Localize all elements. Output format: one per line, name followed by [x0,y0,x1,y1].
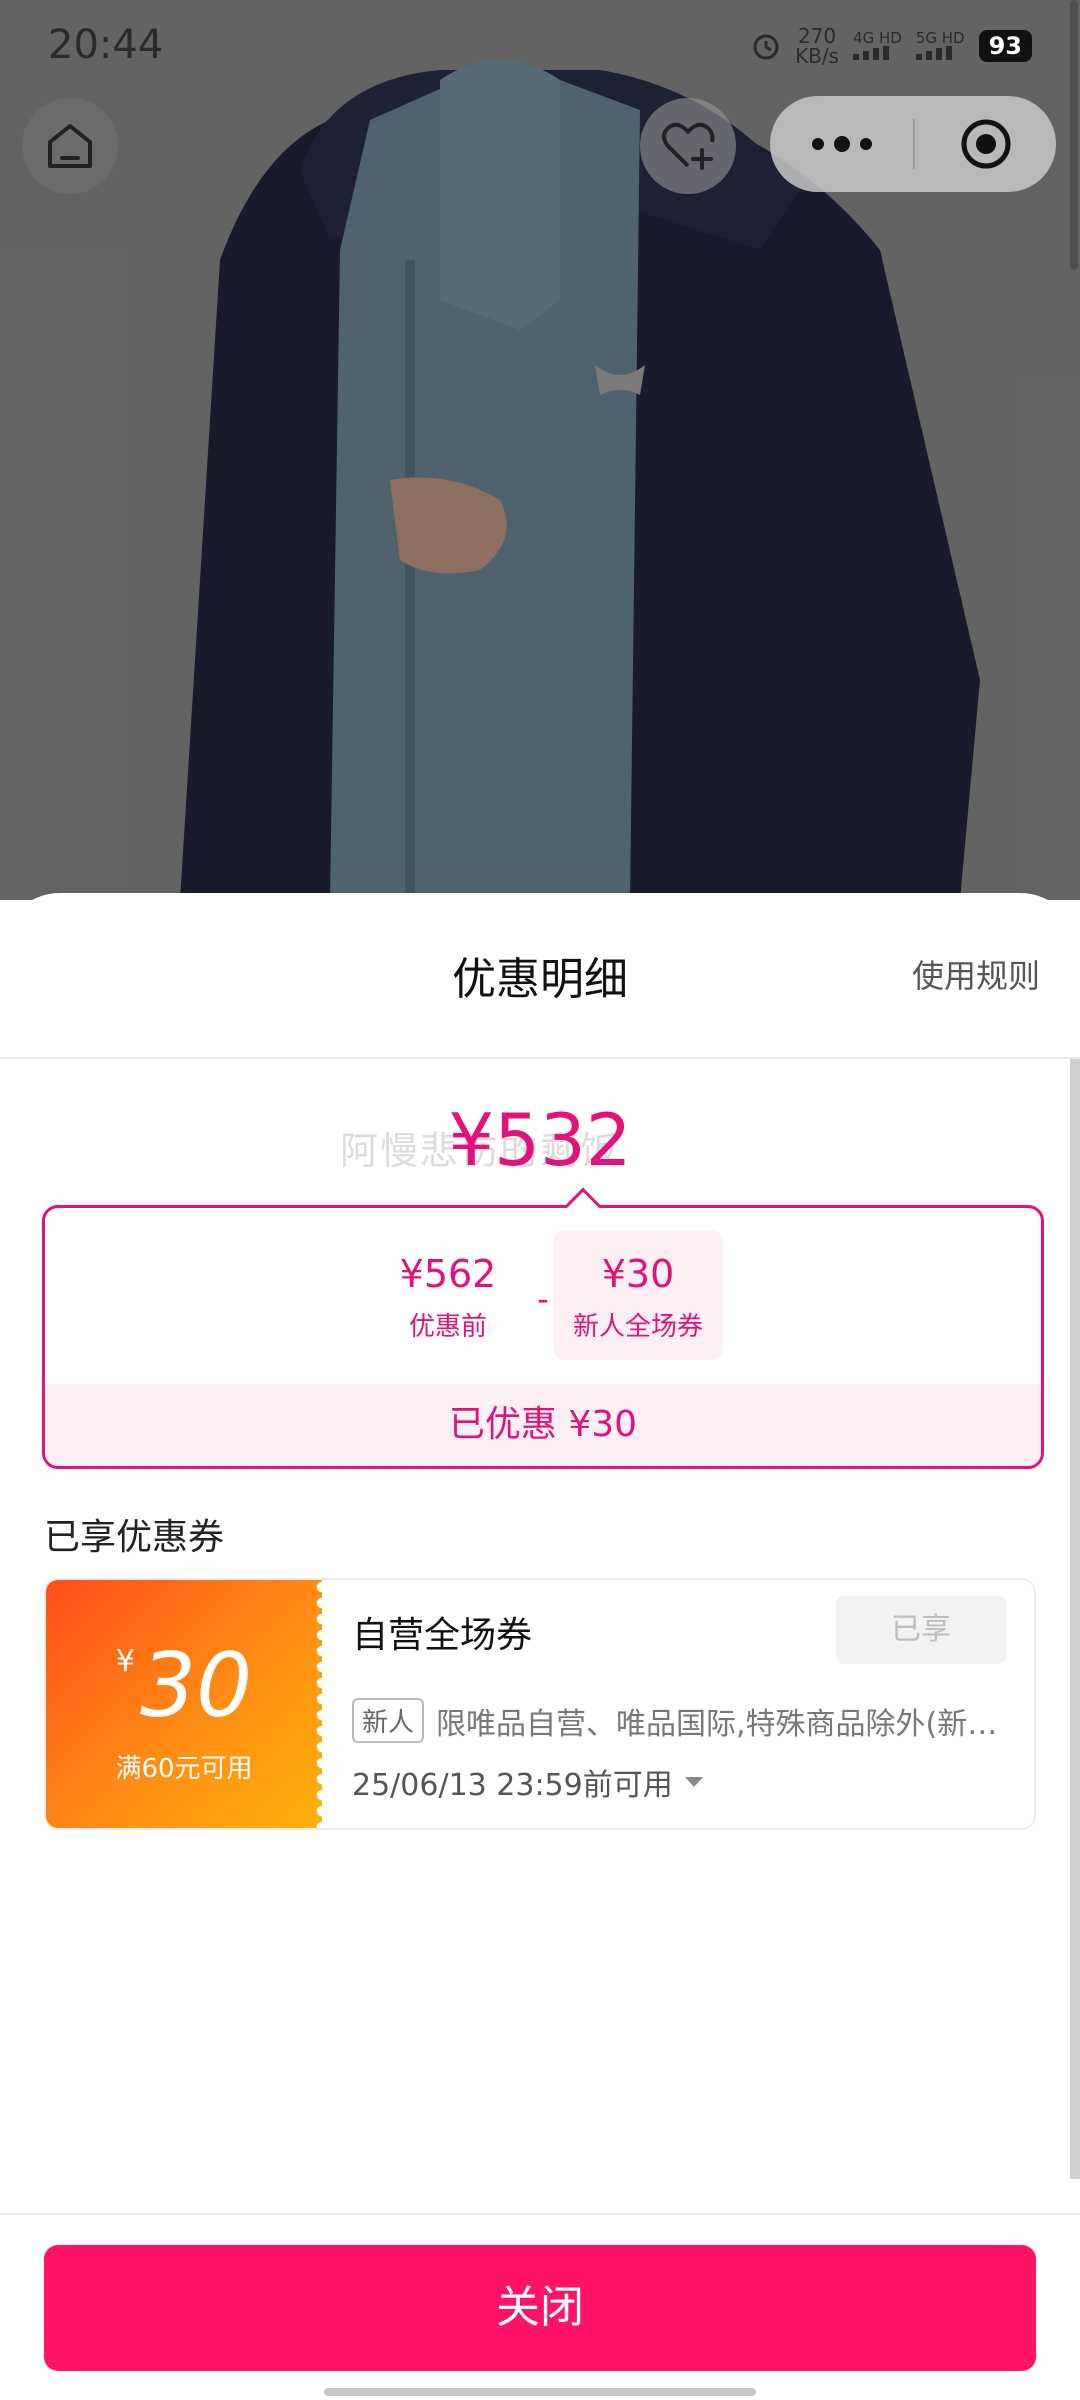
usage-rules-link[interactable]: 使用规则 [912,951,1040,997]
alarm-icon [753,34,779,60]
status-time: 20:44 [48,22,164,68]
original-price-label: 优惠前 [408,1312,487,1342]
new-user-tag: 新人 [352,1698,425,1743]
coupon-condition: 满60元可用 [115,1754,253,1784]
status-icons: 270 KB/s 4G HD 5G HD 93 [751,26,1032,66]
home-button[interactable] [22,98,118,194]
original-price-amount: ¥562 [399,1252,497,1296]
price-calculation-box: ¥562 优惠前 - ¥30 新人全场券 已优惠 ¥30 [42,1187,1044,1469]
bottom-divider [0,2213,1080,2215]
network-speed: 270 KB/s [795,26,839,66]
minus-sign: - [537,1280,549,1318]
more-dots-icon-right [859,138,872,150]
coupon-currency: ¥ [115,1644,135,1679]
coupon-value: ¥ 30 [46,1634,322,1737]
network-4g-label: 4G HD [853,28,902,47]
coupon-deduction-item: ¥30 新人全场券 [553,1230,723,1360]
coupon-value-panel: ¥ 30 满60元可用 [46,1580,329,1828]
close-button[interactable]: 关闭 [44,2245,1036,2371]
calc-row: ¥562 优惠前 - ¥30 新人全场券 [45,1230,1041,1360]
coupon-status-badge: 已享 [836,1596,1006,1664]
original-price-item: ¥562 优惠前 [363,1230,533,1360]
network-4g: 4G HD [853,30,902,63]
final-price-area: 阿慢悲伤的剩饭 ¥532 [0,1098,1080,1188]
coupon-card[interactable]: ¥ 30 满60元可用 自营全场券 已享 新人 限唯品自营、唯品国际,特殊商品除… [44,1578,1036,1830]
signal-icon [853,45,890,60]
network-speed-unit: KB/s [795,44,840,68]
coupon-amount: 30 [140,1634,253,1737]
coupon-deduction-amount: ¥30 [601,1252,675,1296]
calc-pointer [564,1187,602,1225]
coupon-name: 自营全场券 [352,1615,533,1656]
heart-plus-icon [662,122,715,170]
coupon-description-text: 限唯品自营、唯品国际,特殊商品除外(新… [436,1706,998,1742]
battery-level: 93 [978,30,1032,62]
final-price: ¥532 [448,1098,632,1182]
status-bar: 20:44 270 KB/s 4G HD 5G HD 93 [0,0,1080,90]
network-5g: 5G HD [915,28,965,63]
more-dots-icon [811,138,824,150]
favorite-button[interactable] [640,98,736,194]
signal-icon-2 [915,45,952,60]
sheet-header: 优惠明细 使用规则 [0,893,1080,1059]
coupon-perforation [315,1580,329,1828]
coupon-expiry[interactable]: 25/06/13 23:59前可用 [352,1760,703,1804]
more-dots-icon-center [833,136,850,152]
network-5g-label: 5G HD [915,28,965,47]
applied-coupons-title: 已享优惠券 [44,1517,225,1558]
total-saved-text: 已优惠 ¥30 [45,1384,1041,1466]
home-icon [48,124,92,168]
coupon-deduction-label: 新人全场券 [572,1312,703,1342]
chevron-down-icon [684,1777,703,1787]
coupon-expiry-text: 25/06/13 23:59前可用 [352,1768,673,1803]
home-indicator[interactable] [324,2388,756,2396]
sheet-scrollbar[interactable] [1070,1059,1080,2179]
coupon-description: 新人 限唯品自营、唯品国际,特殊商品除外(新… [352,1698,1012,1743]
discount-detail-sheet: 优惠明细 使用规则 阿慢悲伤的剩饭 ¥532 ¥562 优惠前 - ¥30 新人… [0,893,1080,2400]
miniapp-capsule [770,96,1056,192]
more-button[interactable] [770,96,913,192]
target-circle-icon [961,119,1010,169]
close-miniapp-button[interactable] [915,96,1056,192]
network-speed-value: 270 [797,24,837,48]
